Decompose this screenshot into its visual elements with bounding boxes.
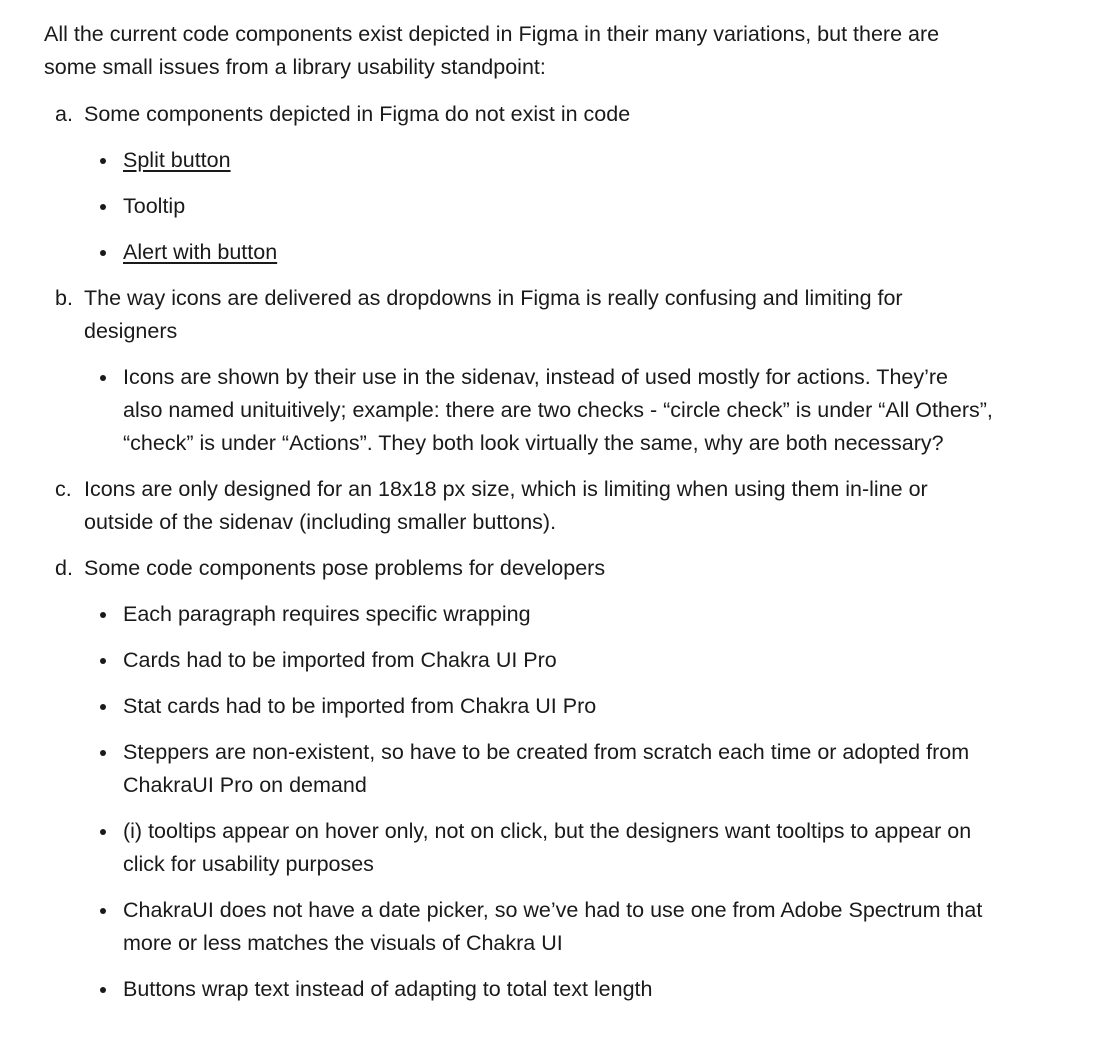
sub-item-text: ChakraUI does not have a date picker, so… [123, 898, 983, 955]
list-item-text: Icons are only designed for an 18x18 px … [84, 477, 928, 534]
sub-item-text: Cards had to be imported from Chakra UI … [123, 648, 557, 672]
bullet-icon [100, 829, 106, 835]
sub-list: Split button Tooltip Alert with button [84, 144, 1004, 269]
bullet-icon [100, 250, 106, 256]
document-body: All the current code components exist de… [0, 0, 1004, 1006]
sub-item-text: Steppers are non-existent, so have to be… [123, 740, 970, 797]
sub-item-text: Icons are shown by their use in the side… [123, 365, 993, 455]
list-marker: a. [55, 102, 73, 126]
sub-item-text: (i) tooltips appear on hover only, not o… [123, 819, 972, 876]
sub-list-item: Steppers are non-existent, so have to be… [84, 736, 1004, 802]
bullet-icon [100, 987, 106, 993]
sub-item-text: Tooltip [123, 194, 186, 218]
list-marker: c. [55, 477, 72, 501]
intro-paragraph: All the current code components exist de… [44, 22, 940, 79]
bullet-icon [100, 158, 106, 164]
list-item: b. The way icons are delivered as dropdow… [44, 282, 1004, 460]
sub-item-text: Stat cards had to be imported from Chakr… [123, 694, 597, 718]
bullet-icon [100, 908, 106, 914]
sub-list-item: Icons are shown by their use in the side… [84, 361, 1004, 460]
list-item: d. Some code components pose problems for… [44, 552, 1004, 1006]
sub-item-link[interactable]: Alert with button [123, 236, 993, 269]
bullet-icon [100, 375, 106, 381]
list-marker: d. [55, 556, 73, 580]
list-item-text: Some components depicted in Figma do not… [84, 102, 631, 126]
bullet-icon [100, 658, 106, 664]
sub-list-item: Each paragraph requires specific wrappin… [84, 598, 1004, 631]
sub-list: Icons are shown by their use in the side… [84, 361, 1004, 460]
list-item: c. Icons are only designed for an 18x18 p… [44, 473, 1004, 539]
bullet-icon [100, 612, 106, 618]
sub-list-item: ChakraUI does not have a date picker, so… [84, 894, 1004, 960]
issue-list: a. Some components depicted in Figma do n… [44, 98, 1004, 1006]
list-item-text: Some code components pose problems for d… [84, 556, 606, 580]
list-item-text: The way icons are delivered as dropdowns… [84, 286, 903, 343]
sub-list-item: Stat cards had to be imported from Chakr… [84, 690, 1004, 723]
sub-item-link[interactable]: Split button [123, 144, 993, 177]
sub-list-item: (i) tooltips appear on hover only, not o… [84, 815, 1004, 881]
sub-list-item: Split button [84, 144, 1004, 177]
list-item: a. Some components depicted in Figma do n… [44, 98, 1004, 269]
sub-item-text: Buttons wrap text instead of adapting to… [123, 977, 653, 1001]
bullet-icon [100, 750, 106, 756]
sub-list-item: Tooltip [84, 190, 1004, 223]
sub-item-text: Each paragraph requires specific wrappin… [123, 602, 531, 626]
sub-list-item: Cards had to be imported from Chakra UI … [84, 644, 1004, 677]
sub-list-item: Buttons wrap text instead of adapting to… [84, 973, 1004, 1006]
list-marker: b. [55, 286, 73, 310]
bullet-icon [100, 204, 106, 210]
bullet-icon [100, 704, 106, 710]
sub-list-item: Alert with button [84, 236, 1004, 269]
sub-list: Each paragraph requires specific wrappin… [84, 598, 1004, 1006]
